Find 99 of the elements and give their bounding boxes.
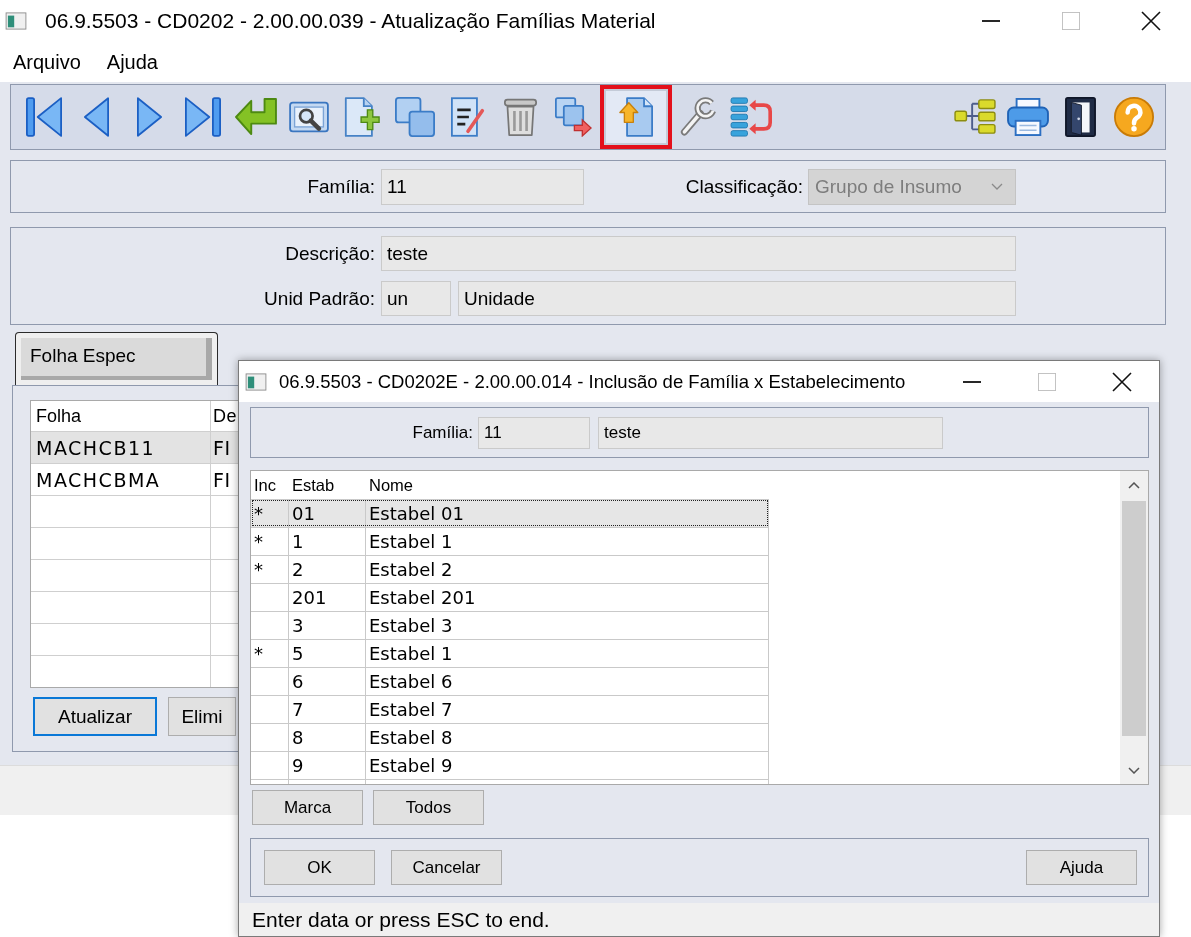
maximize-icon [1037, 372, 1056, 391]
skip-last-icon [184, 97, 221, 137]
action-button[interactable]: Todos [373, 790, 484, 825]
window-title: 06.9.5503 - CD0202 - 2.00.00.039 - Atualização Famílias Material [45, 9, 656, 33]
table-cell: Estabel 7 [366, 696, 769, 723]
status-text: Enter data or press ESC to end. [252, 907, 550, 932]
dialog-title: 06.9.5503 - CD0202E - 2.00.00.014 - Inclusão de Família x Estabelecimento [279, 370, 906, 393]
table-cell: 7 [289, 696, 366, 723]
table-row[interactable]: * 1 Estabel 1 [251, 527, 769, 555]
document-up-arrow-icon [619, 97, 653, 137]
table-cell: * [251, 556, 289, 583]
table-cell: Estabel 201 [366, 584, 769, 611]
table-cell-text: FI [212, 435, 232, 461]
field-label: Classificação: [685, 175, 803, 198]
search-icon [288, 99, 329, 135]
table-row[interactable]: 7 Estabel 7 [251, 695, 769, 723]
table-cell: Estabel 3 [366, 612, 769, 639]
table-cell: Estabel 01 [366, 500, 769, 527]
table-cell: Estabel 1 [366, 640, 769, 667]
field-label: Descrição: [285, 242, 375, 265]
column-header: Estab [291, 475, 336, 495]
door-icon [1065, 97, 1096, 137]
table-cell: 201 [289, 584, 366, 611]
table-cell: Estabel 1 [366, 528, 769, 555]
table-row[interactable]: 201 Estabel 201 [251, 583, 769, 611]
close-icon [1141, 11, 1161, 31]
description-field[interactable]: teste [381, 236, 1016, 271]
family-description-field[interactable]: teste [598, 416, 943, 449]
copy-icon [394, 97, 435, 137]
table-cell: * [251, 500, 289, 527]
menu-item[interactable]: Ajuda [100, 48, 164, 76]
app-icon [245, 372, 267, 391]
import-button[interactable] [600, 85, 672, 149]
triangle-left-icon [84, 97, 109, 137]
field-label: Unid Padrão: [264, 287, 375, 310]
column-header: Nome [368, 475, 414, 495]
action-button[interactable]: Elimi [168, 697, 236, 736]
table-row[interactable]: 3 Estabel 3 [251, 611, 769, 639]
action-button[interactable]: Atualizar [33, 697, 157, 736]
menu-item[interactable]: Arquivo [7, 48, 87, 76]
help-button[interactable]: Ajuda [1026, 850, 1137, 885]
family-code-field[interactable]: 11 [478, 416, 590, 449]
minimize-icon [962, 380, 981, 383]
table-cell-text: FI [212, 467, 232, 493]
table-row[interactable]: MACHCB11 FI [31, 431, 239, 463]
table-cell: 6 [289, 668, 366, 695]
tab[interactable]: Folha Espec [15, 332, 218, 385]
printer-icon [1006, 98, 1049, 136]
table-row[interactable]: * 2 Estabel 2 [251, 555, 769, 583]
table-cell: 3 [289, 612, 366, 639]
table-row[interactable]: 6 Estabel 6 [251, 667, 769, 695]
help-icon [1113, 97, 1154, 137]
table-row[interactable]: 9 Estabel 9 [251, 751, 769, 779]
table-cell: 2 [289, 556, 366, 583]
list-arrows-icon [729, 97, 774, 137]
maximize-icon [1062, 12, 1080, 30]
table-cell: 9 [289, 752, 366, 779]
scrollbar-thumb[interactable] [1122, 501, 1146, 736]
field-label: Família: [307, 175, 375, 198]
table-cell: 1 [289, 528, 366, 555]
skip-first-icon [25, 97, 62, 137]
table-cell: * [251, 640, 289, 667]
table-row[interactable]: 8 Estabel 8 [251, 723, 769, 751]
table-cell: Estabel 6 [366, 668, 769, 695]
table-cell: Estabel 9 [366, 752, 769, 779]
chevron-up-icon [1128, 481, 1140, 489]
document-plus-icon [343, 97, 380, 137]
chevron-down-icon [991, 183, 1003, 190]
tree-icon [953, 98, 996, 136]
family-code-field[interactable]: 11 [381, 168, 584, 205]
action-button[interactable]: Marca [252, 790, 363, 825]
trash-icon [504, 97, 537, 137]
close-icon [1111, 371, 1132, 392]
column-header: De [212, 404, 238, 428]
app-icon [5, 12, 27, 30]
page-pencil-icon [450, 97, 485, 137]
table-row[interactable]: * 01 Estabel 01 [251, 499, 769, 527]
column-header: Inc [253, 475, 277, 495]
unit-name-field[interactable]: Unidade [458, 281, 1016, 316]
action-button[interactable]: Cancelar [391, 850, 502, 885]
triangle-right-icon [137, 97, 162, 137]
table-row[interactable]: * 5 Estabel 1 [251, 639, 769, 667]
table-cell: 01 [289, 500, 366, 527]
field-label: Família: [412, 422, 473, 443]
wrench-icon [680, 97, 717, 137]
table-cell: * [251, 528, 289, 555]
scrollbar[interactable] [1120, 471, 1148, 784]
return-arrow-icon [234, 98, 277, 136]
unit-code-field[interactable]: un [381, 281, 451, 316]
table-cell: MACHCBMA [31, 464, 211, 495]
minimize-icon [982, 20, 1000, 22]
table-cell: 8 [289, 724, 366, 751]
table-cell: 5 [289, 640, 366, 667]
action-button[interactable]: OK [264, 850, 375, 885]
table-cell: Estabel 2 [366, 556, 769, 583]
table-cell: Estabel 8 [366, 724, 769, 751]
table-cell: MACHCB11 [31, 432, 211, 463]
squares-arrow-icon [555, 97, 592, 137]
chevron-down-icon [1128, 766, 1140, 774]
